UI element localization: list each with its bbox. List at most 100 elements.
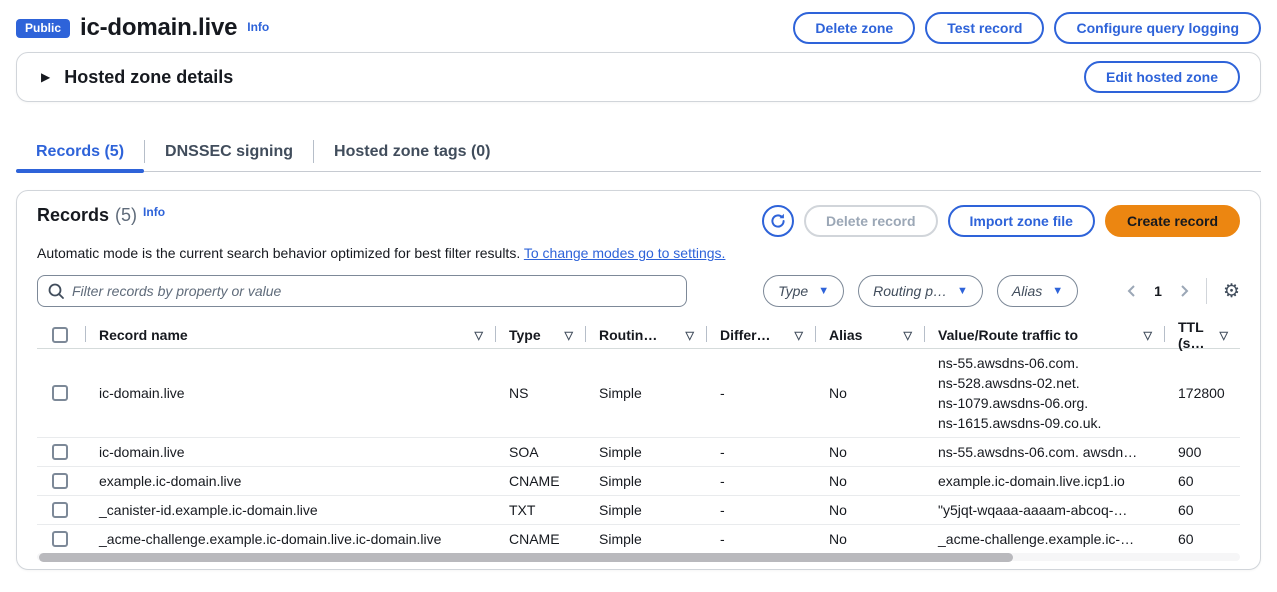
pagination: 1 — [1126, 283, 1190, 299]
expand-caret-icon[interactable]: ▶ — [41, 70, 50, 84]
routing-policy-cell: Simple — [585, 381, 706, 405]
edit-hosted-zone-button[interactable]: Edit hosted zone — [1084, 61, 1240, 93]
row-checkbox[interactable] — [52, 531, 68, 547]
tab-bar: Records (5) DNSSEC signing Hosted zone t… — [16, 132, 1261, 172]
chevron-down-icon: ▼ — [818, 285, 829, 297]
gear-icon[interactable]: ⚙ — [1223, 282, 1240, 301]
row-checkbox[interactable] — [52, 473, 68, 489]
delete-record-button[interactable]: Delete record — [804, 205, 937, 237]
routing-policy-filter-label: Routing p… — [873, 283, 947, 299]
tab-records[interactable]: Records (5) — [16, 132, 144, 171]
routing-policy-cell: Simple — [585, 498, 706, 522]
record-name-cell: _canister-id.example.ic-domain.live — [85, 498, 495, 522]
ttl-cell: 900 — [1164, 440, 1240, 464]
column-header-differentiator[interactable]: Differ… ▽ — [706, 319, 815, 351]
alias-cell: No — [815, 498, 924, 522]
record-value-cell: ns-55.awsdns-06.com. ns-528.awsdns-02.ne… — [924, 349, 1164, 437]
column-label: Type — [509, 327, 541, 343]
column-header-record-name[interactable]: Record name ▽ — [85, 319, 495, 351]
import-zone-file-button[interactable]: Import zone file — [948, 205, 1095, 237]
ttl-cell: 172800 — [1164, 381, 1240, 405]
record-type-cell: CNAME — [495, 469, 585, 493]
record-value-cell: ns-55.awsdns-06.com. awsdn… — [924, 438, 1164, 466]
create-record-button[interactable]: Create record — [1105, 205, 1240, 237]
scrollbar-thumb[interactable] — [39, 553, 1013, 562]
records-count: (5) — [115, 205, 137, 226]
alias-cell: No — [815, 527, 924, 551]
records-description: Automatic mode is the current search beh… — [37, 245, 1240, 261]
test-record-button[interactable]: Test record — [925, 12, 1044, 44]
column-label: Value/Route traffic to — [938, 327, 1078, 343]
row-checkbox[interactable] — [52, 444, 68, 460]
records-title-wrap: Records (5) Info — [37, 205, 165, 226]
tab-dnssec-signing[interactable]: DNSSEC signing — [145, 132, 313, 171]
chevron-down-icon: ▼ — [957, 285, 968, 297]
page-header: Public ic-domain.live Info Delete zone T… — [0, 0, 1277, 44]
routing-policy-filter-dropdown[interactable]: Routing p… ▼ — [858, 275, 983, 307]
refresh-icon — [770, 213, 786, 229]
current-page-number[interactable]: 1 — [1154, 283, 1162, 299]
table-header-row: Record name ▽ Type ▽ Routin… ▽ Differ… ▽… — [37, 319, 1240, 349]
alias-filter-dropdown[interactable]: Alias ▼ — [997, 275, 1078, 307]
column-label: TTL (s… — [1178, 319, 1220, 351]
differentiator-cell: - — [706, 527, 815, 551]
change-modes-settings-link[interactable]: To change modes go to settings. — [524, 245, 726, 261]
row-select-cell — [37, 527, 85, 551]
sort-icon[interactable]: ▽ — [904, 329, 912, 342]
ttl-cell: 60 — [1164, 527, 1240, 551]
record-name-cell: example.ic-domain.live — [85, 469, 495, 493]
routing-policy-cell: Simple — [585, 469, 706, 493]
hosted-zone-details-expander[interactable]: ▶ Hosted zone details — [41, 67, 233, 88]
column-header-type[interactable]: Type ▽ — [495, 319, 585, 351]
records-actions: Delete record Import zone file Create re… — [762, 205, 1240, 237]
table-row: example.ic-domain.live CNAME Simple - No… — [37, 466, 1240, 495]
alias-filter-label: Alias — [1012, 283, 1042, 299]
chevron-right-icon[interactable] — [1178, 285, 1190, 297]
record-name-cell: _acme-challenge.example.ic-domain.live.i… — [85, 527, 495, 551]
column-label: Record name — [99, 327, 188, 343]
sort-icon[interactable]: ▽ — [565, 329, 573, 342]
record-type-cell: NS — [495, 381, 585, 405]
tab-hosted-zone-tags[interactable]: Hosted zone tags (0) — [314, 132, 510, 171]
chevron-left-icon[interactable] — [1126, 285, 1138, 297]
record-name-cell: ic-domain.live — [85, 440, 495, 464]
alias-cell: No — [815, 381, 924, 405]
row-select-cell — [37, 498, 85, 522]
select-all-checkbox[interactable] — [52, 327, 68, 343]
records-panel: Records (5) Info Delete record Import zo… — [16, 190, 1261, 570]
horizontal-scrollbar[interactable] — [37, 553, 1240, 561]
filter-records-input[interactable] — [37, 275, 687, 307]
search-icon — [47, 282, 65, 300]
column-header-routing-policy[interactable]: Routin… ▽ — [585, 319, 706, 351]
refresh-button[interactable] — [762, 205, 794, 237]
configure-query-logging-button[interactable]: Configure query logging — [1054, 12, 1261, 44]
record-name-cell: ic-domain.live — [85, 381, 495, 405]
column-header-ttl[interactable]: TTL (s… ▽ — [1164, 319, 1240, 351]
page-title: ic-domain.live — [80, 14, 237, 42]
column-label: Alias — [829, 327, 862, 343]
sort-icon[interactable]: ▽ — [686, 329, 694, 342]
column-label: Differ… — [720, 327, 771, 343]
row-checkbox[interactable] — [52, 385, 68, 401]
filter-row: Type ▼ Routing p… ▼ Alias ▼ 1 ⚙ — [37, 275, 1240, 307]
hosted-zone-details-card: ▶ Hosted zone details Edit hosted zone — [16, 52, 1261, 102]
record-type-cell: SOA — [495, 440, 585, 464]
differentiator-cell: - — [706, 498, 815, 522]
column-header-alias[interactable]: Alias ▽ — [815, 319, 924, 351]
header-actions: Delete zone Test record Configure query … — [793, 12, 1261, 44]
sort-icon[interactable]: ▽ — [1220, 329, 1228, 342]
title-info-link[interactable]: Info — [247, 20, 269, 34]
sort-icon[interactable]: ▽ — [475, 329, 483, 342]
title-group: Public ic-domain.live Info — [16, 14, 269, 42]
delete-zone-button[interactable]: Delete zone — [793, 12, 915, 44]
records-info-link[interactable]: Info — [143, 205, 165, 219]
type-filter-dropdown[interactable]: Type ▼ — [763, 275, 844, 307]
record-value-cell: _acme-challenge.example.ic-… — [924, 525, 1164, 553]
sort-icon[interactable]: ▽ — [1144, 329, 1152, 342]
row-checkbox[interactable] — [52, 502, 68, 518]
sort-icon[interactable]: ▽ — [795, 329, 803, 342]
records-header: Records (5) Info Delete record Import zo… — [37, 205, 1240, 237]
routing-policy-cell: Simple — [585, 440, 706, 464]
record-value-cell: "y5jqt-wqaaa-aaaam-abcoq-… — [924, 496, 1164, 524]
column-header-value[interactable]: Value/Route traffic to ▽ — [924, 319, 1164, 351]
